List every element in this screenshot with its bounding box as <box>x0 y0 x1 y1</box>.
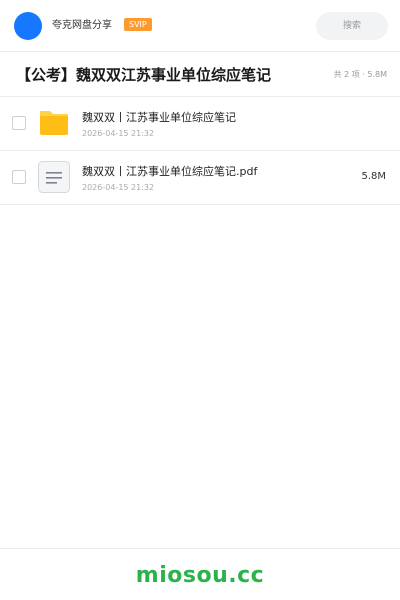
row-checkbox[interactable] <box>12 116 26 130</box>
share-title-bar: 【公考】魏双双江苏事业单位综应笔记 共 2 项 · 5.8M <box>0 53 400 97</box>
document-icon <box>38 161 70 193</box>
site-watermark[interactable]: miosou.cc <box>0 563 400 589</box>
footer: miosou.cc <box>0 548 400 600</box>
file-date: 2026-04-15 21:32 <box>82 183 155 192</box>
file-name[interactable]: 魏双双丨江苏事业单位综应笔记.pdf <box>82 165 257 179</box>
file-row[interactable]: 魏双双丨江苏事业单位综应笔记 2026-04-15 21:32 <box>0 97 400 151</box>
search-button[interactable]: 搜索 <box>316 12 388 40</box>
file-row[interactable]: 魏双双丨江苏事业单位综应笔记.pdf 2026-04-15 21:32 5.8M <box>0 151 400 205</box>
username[interactable]: 夸克网盘分享 <box>52 19 112 33</box>
share-summary: 共 2 项 · 5.8M <box>333 70 387 79</box>
row-checkbox[interactable] <box>12 170 26 184</box>
avatar[interactable] <box>14 12 42 40</box>
file-date: 2026-04-15 21:32 <box>82 129 155 138</box>
folder-icon <box>40 111 68 135</box>
top-bar: 夸克网盘分享 SVIP 搜索 <box>0 0 400 52</box>
file-size: 5.8M <box>361 171 386 182</box>
file-name[interactable]: 魏双双丨江苏事业单位综应笔记 <box>82 111 236 125</box>
svip-badge: SVIP <box>124 18 152 31</box>
share-title: 【公考】魏双双江苏事业单位综应笔记 <box>16 66 272 84</box>
